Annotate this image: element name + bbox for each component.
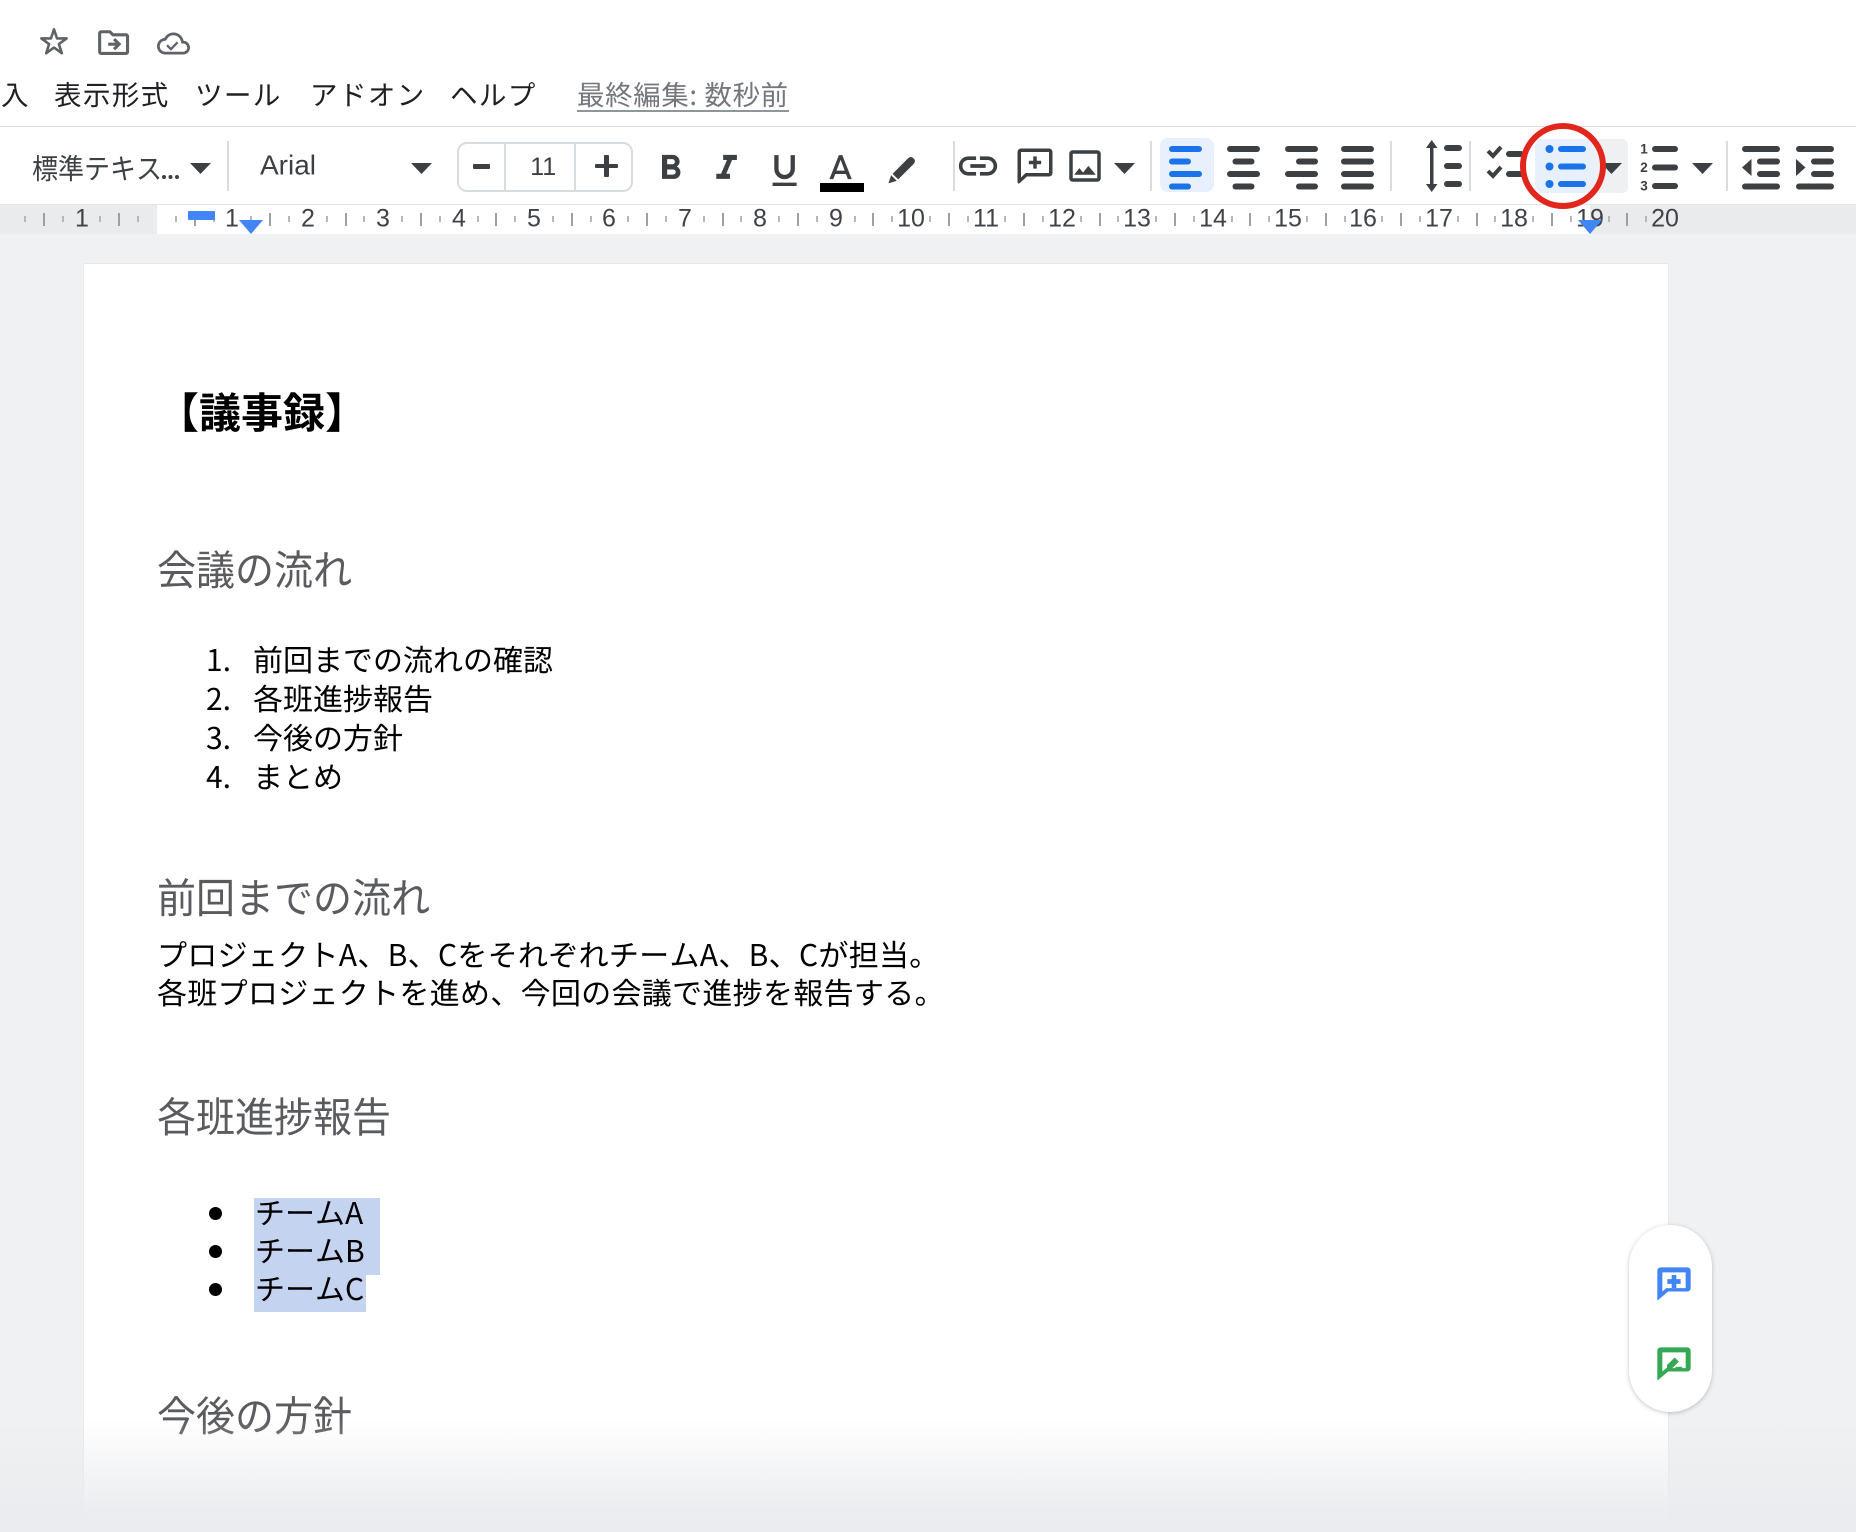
svg-text:3: 3	[1640, 179, 1648, 194]
svg-text:1: 1	[225, 205, 239, 233]
svg-text:2: 2	[1640, 160, 1648, 175]
svg-text:3: 3	[376, 205, 390, 233]
svg-text:1: 1	[75, 205, 89, 233]
svg-text:11: 11	[530, 153, 556, 181]
svg-text:11: 11	[973, 205, 999, 233]
svg-text:20: 20	[1651, 205, 1679, 233]
svg-text:2: 2	[301, 205, 315, 233]
svg-text:10: 10	[897, 205, 925, 233]
svg-text:12: 12	[1048, 205, 1076, 233]
svg-text:7: 7	[678, 205, 692, 233]
svg-text:13: 13	[1123, 205, 1151, 233]
svg-text:14: 14	[1199, 205, 1227, 233]
svg-text:15: 15	[1274, 205, 1302, 233]
svg-text:16: 16	[1349, 205, 1377, 233]
svg-text:8: 8	[753, 205, 767, 233]
svg-text:9: 9	[829, 205, 843, 233]
svg-text:4: 4	[452, 205, 466, 233]
svg-text:5: 5	[527, 205, 541, 233]
svg-text:1: 1	[1640, 142, 1648, 157]
svg-text:Arial: Arial	[260, 150, 316, 181]
svg-text:6: 6	[602, 205, 616, 233]
svg-text:17: 17	[1425, 205, 1453, 233]
